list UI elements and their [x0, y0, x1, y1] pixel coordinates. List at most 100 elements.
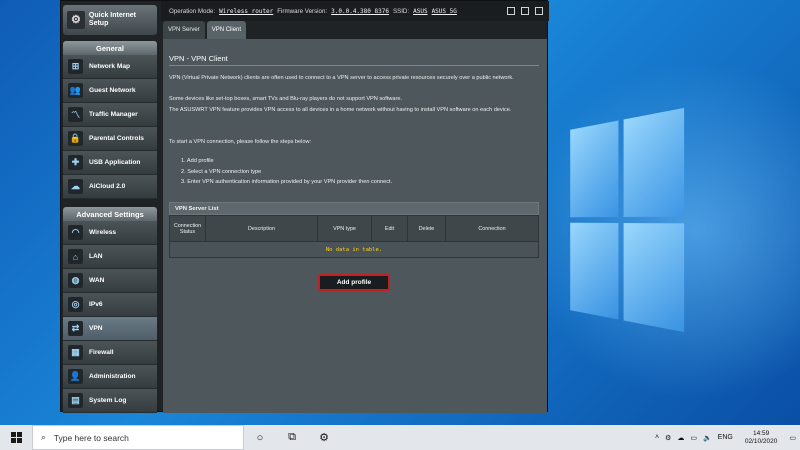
action-center-icon[interactable]: ▭: [789, 434, 796, 442]
sidebar-item-label: Traffic Manager: [89, 111, 138, 118]
sidebar-item-administration[interactable]: 👤 Administration: [63, 365, 157, 389]
steps-intro: To start a VPN connection, please follow…: [169, 139, 312, 145]
sidebar-item-system-log[interactable]: ▤ System Log: [63, 389, 157, 413]
description-paragraph-3: The ASUSWRT VPN feature provides VPN acc…: [169, 107, 512, 113]
page-title: VPN - VPN Client: [169, 54, 228, 63]
column-vpn-type: VPN type: [317, 215, 372, 242]
sidebar-item-vpn[interactable]: ⇄ VPN: [63, 317, 157, 341]
clock-time: 14:59: [752, 429, 770, 437]
start-button[interactable]: [0, 425, 32, 450]
description-paragraph-1: VPN (Virtual Private Network) clients ar…: [169, 75, 514, 81]
administration-icon: 👤: [68, 369, 83, 384]
sidebar-item-label: VPN: [89, 325, 103, 332]
column-delete: Delete: [407, 215, 446, 242]
clock-date: 02/10/2020: [744, 437, 778, 445]
app-icon[interactable]: [521, 7, 529, 15]
quick-internet-setup-button[interactable]: ⚙ Quick Internet Setup: [63, 5, 157, 35]
general-section-header: General: [63, 41, 157, 55]
volume-icon[interactable]: 🔈: [703, 434, 712, 442]
router-admin-window: Operation Mode: Wireless router Firmware…: [60, 0, 549, 413]
table-row: No data in table.: [169, 241, 539, 258]
tab-vpn-client[interactable]: VPN Client: [206, 21, 247, 39]
system-tray: ˄ ⚙ ☁ ▭ 🔈 ENG 14:59 02/10/2020 ▭: [655, 430, 800, 446]
sidebar-item-label: LAN: [89, 253, 103, 260]
network-icon[interactable]: ▭: [690, 434, 697, 442]
sidebar-item-guest-network[interactable]: 👥 Guest Network: [63, 79, 157, 103]
advanced-settings-header: Advanced Settings: [63, 207, 157, 221]
sidebar-item-label: Network Map: [89, 63, 131, 70]
taskbar-clock[interactable]: 14:59 02/10/2020: [739, 430, 784, 446]
sidebar-item-network-map[interactable]: ⊞ Network Map: [63, 55, 157, 79]
vpn-server-table: Connection Status Description VPN type E…: [169, 215, 539, 258]
settings-icon[interactable]: ⚙: [308, 425, 340, 450]
cloud-icon[interactable]: ☁: [677, 434, 684, 442]
ssid-link-5g[interactable]: ASUS_5G: [432, 8, 457, 15]
firmware-link[interactable]: 3.0.0.4.380_8376: [331, 8, 389, 15]
sidebar-item-usb-application[interactable]: ✚ USB Application: [63, 151, 157, 175]
tab-vpn-server[interactable]: VPN Server: [163, 21, 205, 39]
sidebar-item-label: Administration: [89, 373, 136, 380]
sidebar-item-ipv6[interactable]: ◎ IPv6: [63, 293, 157, 317]
sidebar-item-label: Wireless: [89, 229, 117, 236]
windows-taskbar: ⌕ Type here to search ○ ⧉ ⚙ ˄ ⚙ ☁ ▭ 🔈 EN…: [0, 425, 800, 450]
windows-wallpaper-logo: [570, 107, 685, 333]
lan-icon: ⌂: [68, 249, 83, 264]
sidebar-item-wireless[interactable]: ◠ Wireless: [63, 221, 157, 245]
ssid-label: SSID:: [392, 7, 410, 15]
step-item: 3. Enter VPN authentication information …: [181, 179, 393, 185]
sidebar-item-label: Parental Controls: [89, 135, 144, 142]
windows-start-icon: [10, 432, 22, 443]
quick-setup-label: Quick Internet Setup: [88, 12, 136, 27]
guest-network-icon: 👥: [68, 83, 83, 98]
sidebar-item-wan[interactable]: ◍ WAN: [63, 269, 157, 293]
description-paragraph-2: Some devices like set-top boxes, smart T…: [169, 96, 403, 102]
search-icon: ⌕: [41, 432, 46, 442]
ssid-link-2g[interactable]: ASUS: [413, 8, 427, 15]
sidebar-item-label: AiCloud 2.0: [89, 183, 126, 190]
column-description: Description: [205, 215, 318, 242]
search-placeholder: Type here to search: [53, 432, 129, 443]
vpn-icon: ⇄: [68, 321, 83, 336]
tray-app-icon[interactable]: ⚙: [665, 434, 671, 442]
sidebar-item-label: System Log: [89, 397, 127, 404]
column-connection-status: Connection Status: [169, 215, 206, 242]
sidebar-item-lan[interactable]: ⌂ LAN: [63, 245, 157, 269]
language-indicator[interactable]: ENG: [718, 434, 733, 441]
usb-icon: ✚: [68, 155, 83, 170]
vpn-tabs: VPN Server VPN Client: [163, 21, 247, 39]
operation-mode-label: Operation Mode:: [169, 7, 216, 15]
task-view-icon[interactable]: ⧉: [276, 425, 308, 450]
wifi-icon: ◠: [68, 225, 83, 240]
empty-table-message: No data in table.: [169, 241, 539, 258]
sidebar-item-label: Firewall: [89, 349, 114, 356]
column-connection: Connection: [445, 215, 539, 242]
router-status-bar: Operation Mode: Wireless router Firmware…: [161, 1, 549, 21]
sidebar-item-label: USB Application: [89, 159, 141, 166]
step-item: 1. Add profile: [181, 158, 214, 164]
operation-mode-link[interactable]: Wireless router: [219, 8, 273, 15]
sidebar-item-label: WAN: [89, 277, 105, 284]
usb-status-icon[interactable]: [507, 7, 515, 15]
steps-list: 1. Add profile 2. Select a VPN connectio…: [181, 156, 392, 188]
firewall-icon: ▦: [68, 345, 83, 360]
vpn-server-list-title: VPN Server List: [169, 202, 539, 215]
sidebar-item-aicloud[interactable]: ☁ AiCloud 2.0: [63, 175, 157, 199]
cortana-icon[interactable]: ○: [244, 425, 276, 450]
parental-controls-icon: 🔒: [68, 131, 83, 146]
sidebar-item-traffic-manager[interactable]: 〽 Traffic Manager: [63, 103, 157, 127]
add-profile-button[interactable]: Add profile: [318, 274, 390, 291]
show-hidden-icons-icon[interactable]: ˄: [655, 434, 659, 441]
vpn-client-panel: VPN - VPN Client VPN (Virtual Private Ne…: [163, 39, 547, 413]
router-sidebar: ⚙ Quick Internet Setup General ⊞ Network…: [61, 1, 159, 413]
sidebar-item-parental-controls[interactable]: 🔒 Parental Controls: [63, 127, 157, 151]
globe-icon: ◍: [68, 273, 83, 288]
column-edit: Edit: [371, 215, 408, 242]
sidebar-item-firewall[interactable]: ▦ Firewall: [63, 341, 157, 365]
cloud-icon: ☁: [68, 179, 83, 194]
title-divider: [169, 65, 539, 66]
step-item: 2. Select a VPN connection type: [181, 168, 262, 175]
system-status-icon[interactable]: [535, 7, 543, 15]
taskbar-search-box[interactable]: ⌕ Type here to search: [32, 425, 244, 450]
network-map-icon: ⊞: [68, 59, 83, 74]
sidebar-item-label: Guest Network: [89, 87, 136, 94]
